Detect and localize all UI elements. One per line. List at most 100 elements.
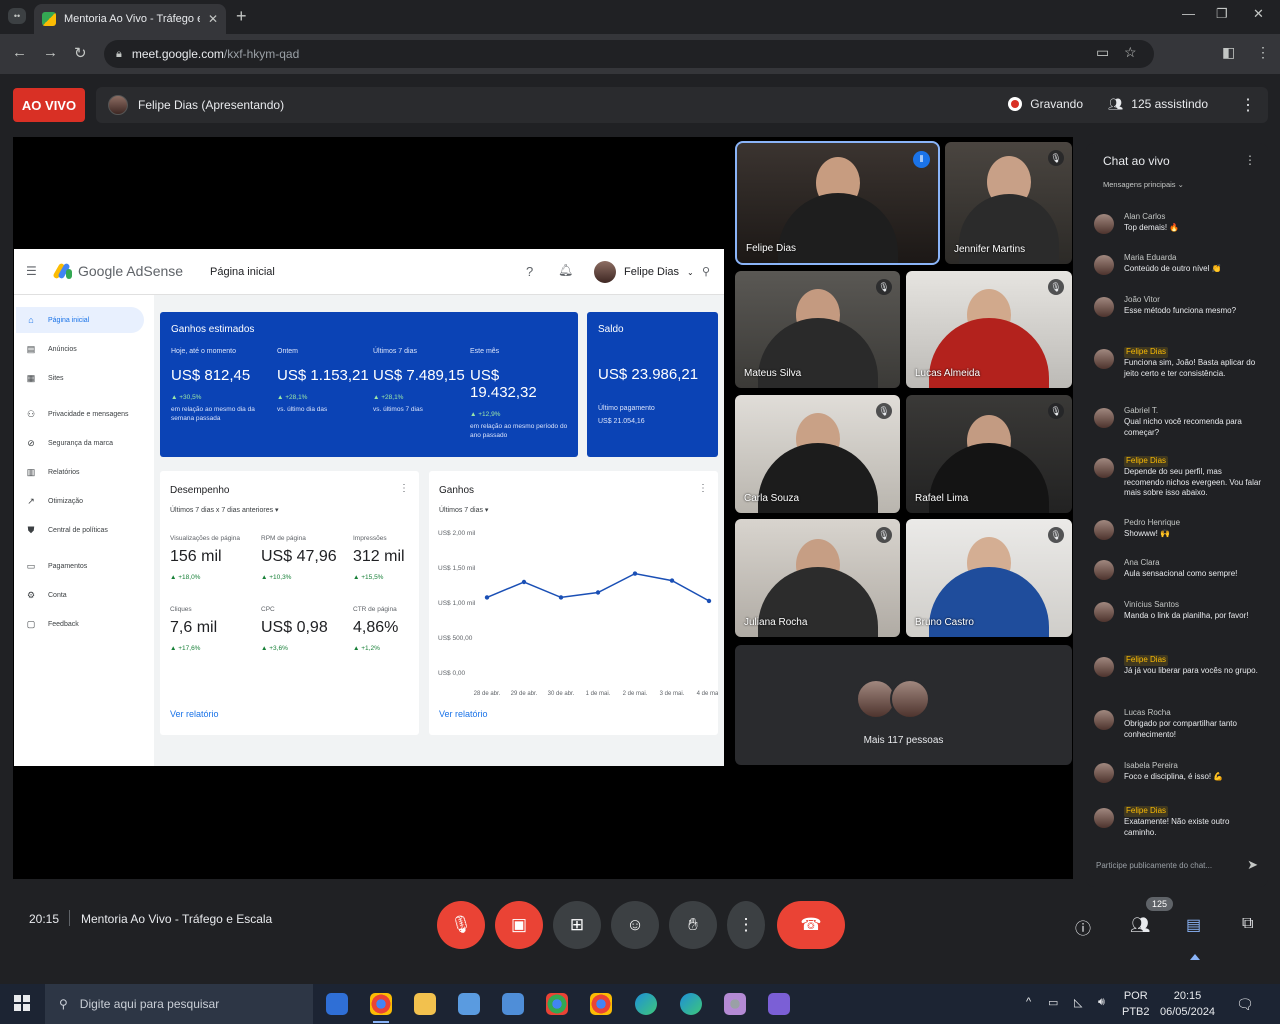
chat-author: João Vitor xyxy=(1124,295,1160,304)
info-icon[interactable]: ⓘ xyxy=(1075,915,1091,939)
meeting-controls-bar: 20:15 Mentoria Ao Vivo - Tráfego e Escal… xyxy=(0,888,1280,984)
earnings-yesterday: Ontem US$ 1.153,21 ▲ +28,1% vs. último d… xyxy=(277,348,377,414)
notifications-icon[interactable]: 🗨︎ xyxy=(1236,996,1254,1013)
adsense-avatar xyxy=(594,261,616,283)
file-explorer-icon[interactable] xyxy=(414,993,436,1015)
watchers-count[interactable]: 👥︎ 125 assistindo xyxy=(1108,97,1208,111)
chat-input[interactable]: Participe publicamente do chat... ➤ xyxy=(1096,855,1258,875)
raise-hand-button[interactable]: ✋︎ xyxy=(669,901,717,949)
task-view-icon[interactable] xyxy=(326,993,348,1015)
earnings-title: Ganhos estimados xyxy=(171,324,255,335)
reactions-button[interactable]: ☺ xyxy=(611,901,659,949)
earnings-compare: vs. últimos 7 dias xyxy=(373,406,423,413)
chat-input-placeholder: Participe publicamente do chat... xyxy=(1096,860,1213,870)
new-tab-icon[interactable]: + xyxy=(236,6,247,27)
participant-tile[interactable]: 🎙︎ Jennifer Martins xyxy=(945,142,1072,264)
chrome-icon-3[interactable] xyxy=(590,993,612,1015)
extensions-icon[interactable]: ◧ xyxy=(1222,44,1235,61)
participant-tile[interactable]: 🎙︎ Carla Souza xyxy=(735,395,900,513)
participant-tile[interactable]: 🎙︎ Lucas Almeida xyxy=(906,271,1072,388)
window-close-icon[interactable]: ✕ xyxy=(1253,6,1264,22)
chat-icon[interactable]: ▤ xyxy=(1186,915,1201,935)
address-bar[interactable]: 🔒︎ meet.google.com/kxf-hkym-qad xyxy=(104,40,1154,68)
leave-call-button[interactable]: ☎︎ xyxy=(777,901,845,949)
chrome-icon[interactable] xyxy=(370,993,392,1015)
edge-icon-2[interactable] xyxy=(680,993,702,1015)
participant-tile[interactable]: 🎙︎ Rafael Lima xyxy=(906,395,1072,513)
clock-time: 20:15 xyxy=(1173,990,1202,1002)
chat-more-icon[interactable]: ⋮ xyxy=(1244,153,1256,167)
participant-name: Jennifer Martins xyxy=(954,244,1026,255)
chat-message: Vinícius Santos Manda o link da planilha,… xyxy=(1094,600,1264,622)
activities-icon[interactable]: ⧉ xyxy=(1242,915,1253,933)
volume-icon[interactable]: 🔊︎ xyxy=(1098,996,1105,1009)
app-icon[interactable] xyxy=(768,993,790,1015)
performance-title: Desempenho xyxy=(170,485,230,496)
more-participants-tile[interactable]: Mais 117 pessoas xyxy=(735,645,1072,765)
more-options-icon[interactable]: ⋮ xyxy=(1240,95,1256,115)
bookmark-star-icon[interactable]: ☆ xyxy=(1124,44,1137,61)
speaking-icon: ⦀ xyxy=(913,151,930,168)
people-count-badge: 125 xyxy=(1146,897,1174,911)
present-icon: ⊞ xyxy=(569,915,585,934)
battery-icon[interactable]: ▭ xyxy=(1048,996,1058,1009)
chat-text: Funciona sim, João! Basta aplicar do jei… xyxy=(1124,357,1256,378)
chrome-icon-2[interactable] xyxy=(546,993,568,1015)
browser-tab[interactable]: Mentoria Ao Vivo - Tráfego e Esca ✕ xyxy=(34,4,226,34)
participant-tile[interactable]: 🎙︎ Bruno Castro xyxy=(906,519,1072,637)
chat-text: Foco e disciplina, é isso! 💪 xyxy=(1124,771,1224,781)
participant-tile[interactable]: ⦀ Felipe Dias xyxy=(735,141,940,265)
participant-tile[interactable]: 🎙︎ Juliana Rocha xyxy=(735,519,900,637)
participant-tile[interactable]: 🎙︎ Mateus Silva xyxy=(735,271,900,388)
active-app-indicator xyxy=(373,1021,389,1023)
data-point xyxy=(484,595,490,600)
avatar xyxy=(1094,602,1114,622)
store-icon-2[interactable] xyxy=(502,993,524,1015)
edge-icon[interactable] xyxy=(635,993,657,1015)
profile-icon[interactable]: •• xyxy=(8,8,26,24)
earnings-compare: em relação ao mesmo dia da semana passad… xyxy=(171,406,255,423)
cast-icon[interactable]: ▭ xyxy=(1096,44,1109,61)
language-indicator[interactable]: POR PTB2 xyxy=(1122,988,1150,1020)
earnings-chart-card: Ganhos ⋮ Últimos 7 dias ▾ US$ 2,00 mil US… xyxy=(429,471,718,735)
adsense-nav-item: ▢ Feedback xyxy=(16,611,144,637)
chat-filter-dropdown[interactable]: Mensagens principais ⌄ xyxy=(1103,180,1184,189)
people-icon: 👥︎ xyxy=(1108,97,1124,111)
browser-menu-icon[interactable]: ⋮ xyxy=(1256,44,1270,61)
reload-icon[interactable]: ↻ xyxy=(74,44,87,62)
back-icon[interactable]: ← xyxy=(12,44,27,61)
taskbar-search[interactable]: ⚲ Digite aqui para pesquisar xyxy=(45,984,313,1024)
tray-expand-icon[interactable]: ^ xyxy=(1026,996,1031,1008)
metric-value: US$ 47,96 xyxy=(261,548,337,565)
performance-metric: Visualizações de página 156 mil ▲ +18,0% xyxy=(170,535,260,581)
chat-text: Manda o link da planilha, por favor! xyxy=(1124,610,1249,620)
chrome-profile-icon[interactable] xyxy=(724,993,746,1015)
data-point xyxy=(558,595,564,600)
earnings-report-link: Ver relatório xyxy=(439,709,488,719)
store-icon[interactable] xyxy=(458,993,480,1015)
camera-toggle-button[interactable]: ▣ xyxy=(495,901,543,949)
network-icon[interactable]: ◺ xyxy=(1074,996,1082,1009)
people-icon[interactable]: 👥︎ xyxy=(1130,915,1150,935)
data-point xyxy=(706,598,712,604)
mic-toggle-button[interactable]: 🎙︎ xyxy=(437,901,485,949)
earnings-change: ▲ +30,5% xyxy=(171,394,202,401)
present-button[interactable]: ⊞ xyxy=(553,901,601,949)
restore-icon[interactable]: ❐ xyxy=(1216,6,1228,22)
metric-change: ▲ +17,6% xyxy=(170,645,201,652)
lock-icon[interactable]: 🔒︎ xyxy=(116,48,122,61)
windows-start-icon[interactable] xyxy=(14,995,30,1011)
taskbar-clock[interactable]: 20:15 06/05/2024 xyxy=(1160,988,1215,1020)
recording-label: Gravando xyxy=(1030,97,1083,111)
avatar xyxy=(1094,408,1114,428)
adsense-topbar: ☰ Google AdSense Página inicial ? 🔔︎ Fel… xyxy=(14,249,724,295)
send-icon[interactable]: ➤ xyxy=(1247,857,1258,873)
chat-text: Exatamente! Não existe outro caminho. xyxy=(1124,816,1230,837)
adsense-nav-label: Segurança da marca xyxy=(48,439,113,447)
close-tab-icon[interactable]: ✕ xyxy=(208,12,218,26)
more-options-button[interactable]: ⋮ xyxy=(727,901,765,949)
forward-icon[interactable]: → xyxy=(43,44,58,61)
chat-author: Felipe Dias xyxy=(1124,806,1169,817)
minimize-icon[interactable]: — xyxy=(1182,6,1195,21)
metric-value: 156 mil xyxy=(170,548,222,565)
